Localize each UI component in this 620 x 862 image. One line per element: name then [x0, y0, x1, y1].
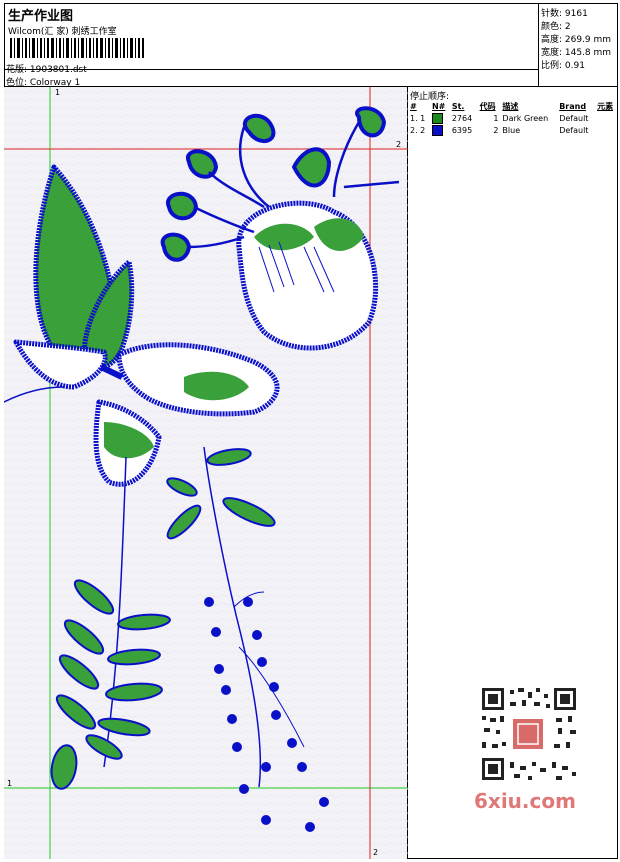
row-code: 1 — [493, 113, 499, 123]
col-code: 代码 — [479, 101, 496, 111]
stitch-count: 针数: 9161 — [541, 9, 588, 19]
row-num: 1. 1 — [410, 113, 426, 123]
guide-label-green-left: 1 — [7, 779, 13, 788]
color-count: 颜色: 2 — [541, 22, 571, 32]
design-width: 宽度: 145.8 mm — [541, 48, 612, 58]
color-swatch — [431, 112, 443, 124]
design-preview: 1 1 2 2 — [3, 87, 408, 859]
row-brand: Default — [559, 125, 589, 135]
row-code: 2 — [493, 125, 499, 135]
guide-label-red-right: 2 — [396, 140, 402, 149]
header: 生产作业图 Wilcom(汇 家) 刺绣工作室 花版: 1903801.dst … — [4, 3, 618, 88]
col-description: 描述 — [502, 101, 519, 111]
row-element — [595, 124, 618, 136]
stop-sequence-table: # N# St. 代码 描述 Brand 元素 1. 1 2764 1 Dark… — [408, 100, 618, 136]
header-divider — [4, 69, 538, 70]
table-header-row: # N# St. 代码 描述 Brand 元素 — [408, 100, 618, 112]
color-swatch-cell — [430, 112, 450, 124]
col-element: 元素 — [597, 101, 614, 111]
col-num: # — [410, 101, 417, 111]
guide-label-green-top: 1 — [55, 88, 61, 97]
watermark-logo: 6xiu.com — [474, 789, 576, 813]
table-row: 1. 1 2764 1 Dark Green Default — [408, 112, 618, 124]
col-brand: Brand — [559, 101, 587, 111]
design-scale: 比例: 0.91 — [541, 61, 585, 71]
embroidery-artwork — [3, 87, 408, 859]
row-description: Blue — [502, 125, 521, 135]
page-title: 生产作业图 — [8, 9, 74, 24]
qr-code — [470, 682, 588, 786]
company-name: Wilcom(汇 家) 刺绣工作室 — [8, 27, 117, 37]
color-swatch-cell — [430, 124, 450, 136]
table-row: 2. 2 6395 2 Blue Default — [408, 124, 618, 136]
guide-label-red-bottom: 2 — [373, 848, 379, 857]
row-brand: Default — [559, 113, 589, 123]
row-stitches: 6395 — [451, 125, 473, 135]
row-stitches: 2764 — [451, 113, 473, 123]
col-needle: N# — [431, 101, 446, 111]
design-height: 高度: 269.9 mm — [541, 35, 612, 45]
row-description: Dark Green — [502, 113, 549, 123]
row-num: 2. 2 — [410, 125, 426, 135]
col-stitches: St. — [451, 101, 465, 111]
stats-panel: 针数: 9161 颜色: 2 高度: 269.9 mm 宽度: 145.8 mm… — [538, 3, 618, 87]
barcode — [10, 38, 144, 58]
row-element — [595, 112, 618, 124]
color-swatch — [431, 124, 443, 136]
